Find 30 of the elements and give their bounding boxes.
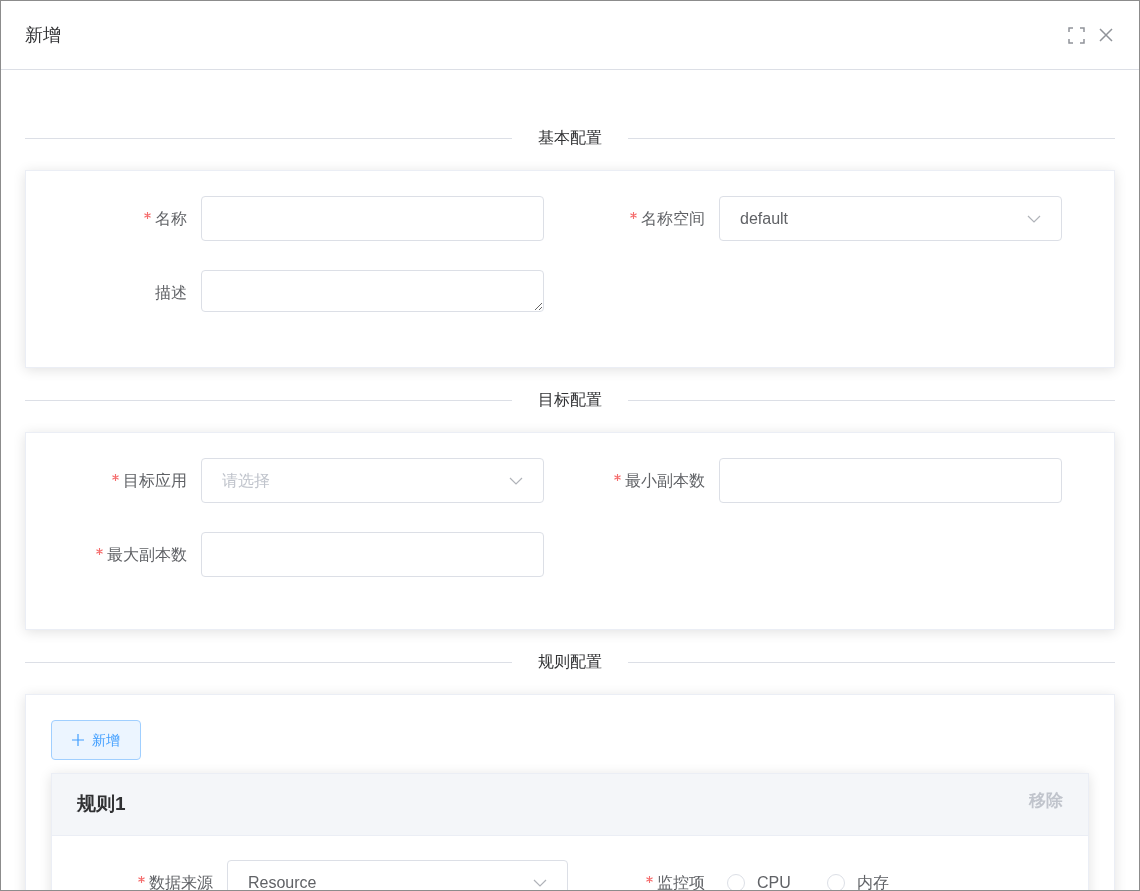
chevron-down-icon	[533, 878, 547, 887]
text-input-field[interactable]	[719, 458, 1062, 503]
select-field[interactable]: Resource	[227, 860, 568, 890]
field-label: 名称	[155, 208, 187, 229]
radio-option[interactable]: 内存	[826, 870, 889, 890]
field-label: 最小副本数	[625, 470, 705, 491]
field-label: 最大副本数	[107, 544, 187, 565]
text-input-field[interactable]	[201, 532, 544, 577]
select-field[interactable]: default	[719, 196, 1062, 241]
field-label: 目标应用	[123, 470, 187, 491]
field-label: 描述	[155, 282, 187, 303]
text-input-field[interactable]	[201, 196, 544, 241]
plus-icon	[72, 734, 84, 746]
field-label: 监控项	[657, 872, 705, 890]
close-icon[interactable]	[1099, 28, 1113, 42]
fullscreen-icon[interactable]	[1068, 26, 1085, 44]
description-textarea-field[interactable]	[201, 270, 544, 312]
select-placeholder: 请选择	[222, 470, 270, 491]
section-title: 规则配置	[537, 652, 603, 672]
section-title: 基本配置	[537, 128, 603, 148]
select-value: Resource	[248, 872, 317, 890]
select-value: default	[740, 208, 789, 229]
radio-option[interactable]: CPU	[727, 870, 791, 890]
field-label: 数据来源	[149, 872, 213, 890]
chevron-down-icon	[509, 476, 523, 485]
chevron-down-icon	[1027, 214, 1041, 223]
section-title: 目标配置	[537, 390, 603, 410]
dialog-title: 新增	[25, 23, 61, 47]
field-label: 名称空间	[641, 208, 705, 229]
rule-title: 规则1	[77, 792, 126, 817]
